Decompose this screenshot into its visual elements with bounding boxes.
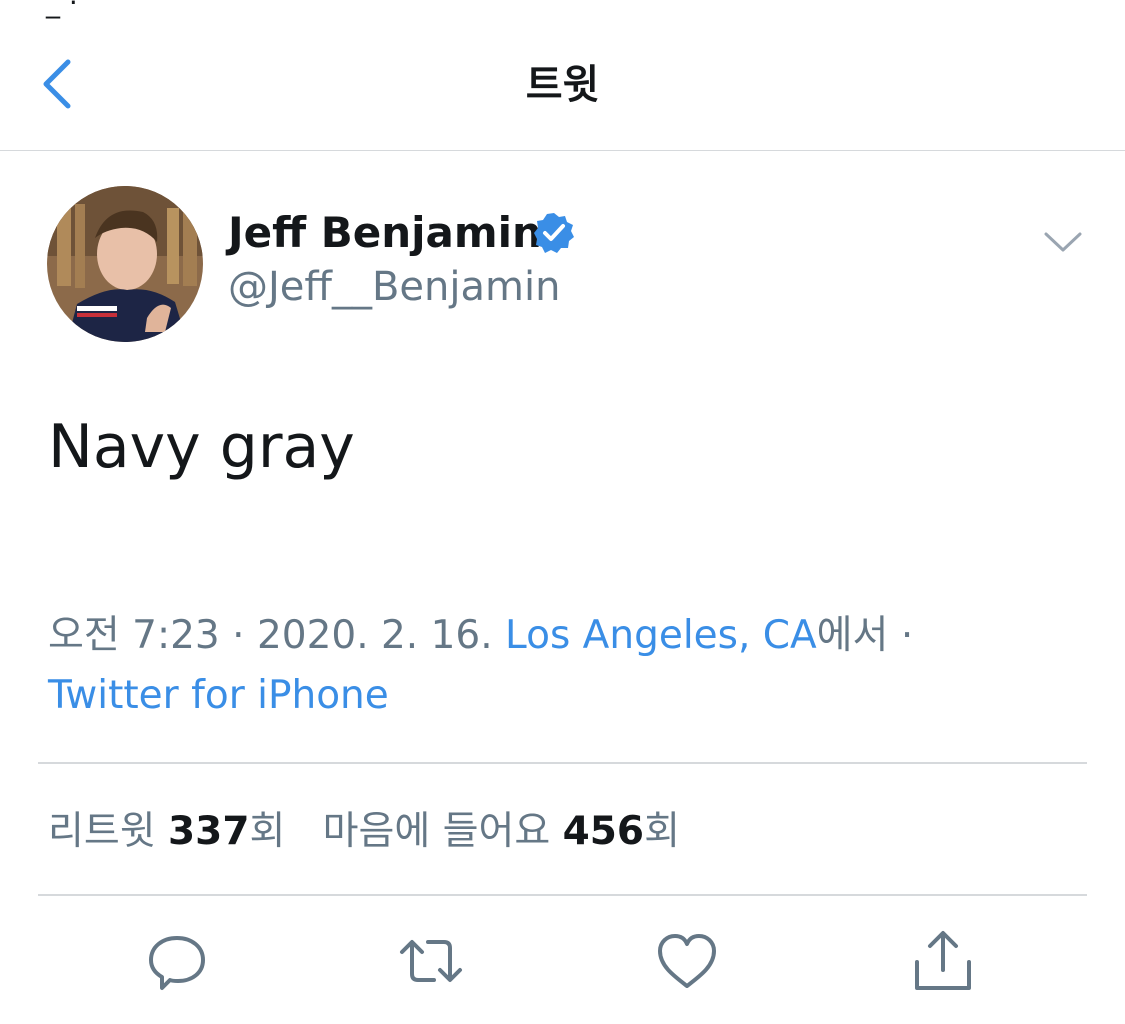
like-button[interactable] xyxy=(654,928,720,994)
navigation-bar: 트윗 xyxy=(0,0,1125,151)
heart-icon xyxy=(658,934,716,988)
retweets-label: 리트윗 xyxy=(48,809,156,854)
share-icon xyxy=(915,931,971,990)
likes-suffix: 회 xyxy=(644,809,680,854)
verified-badge-icon xyxy=(532,211,576,255)
meta-separator: · xyxy=(888,613,914,658)
likes-stat[interactable]: 마음에 들어요 456회 xyxy=(323,809,680,854)
share-button[interactable] xyxy=(910,928,976,994)
tweet-text: Navy gray xyxy=(48,412,355,482)
likes-label: 마음에 들어요 xyxy=(322,809,551,854)
comment-icon xyxy=(149,936,205,990)
tweet-meta: 오전 7:23 · 2020. 2. 16. Los Angeles, CA에서… xyxy=(48,606,1048,726)
tweet-stats: 리트윗 337회 마음에 들어요 456회 xyxy=(48,800,680,856)
location-link[interactable]: Los Angeles, CA xyxy=(505,613,817,658)
likes-count: 456 xyxy=(562,809,645,854)
avatar[interactable] xyxy=(47,186,203,342)
retweets-stat[interactable]: 리트윗 337회 xyxy=(48,809,298,854)
divider xyxy=(38,762,1087,764)
location-suffix: 에서 xyxy=(816,613,889,658)
page-title: 트윗 xyxy=(525,62,600,108)
tweet-time: 오전 7:23 xyxy=(48,613,220,658)
reply-button[interactable] xyxy=(144,928,210,994)
divider xyxy=(38,894,1087,896)
author-name[interactable]: Jeff Benjamin xyxy=(228,208,542,257)
retweet-button[interactable] xyxy=(398,928,464,994)
chevron-down-icon xyxy=(1044,232,1082,252)
author-handle[interactable]: @Jeff__Benjamin xyxy=(228,264,560,310)
meta-separator: · xyxy=(219,613,257,658)
source-link[interactable]: Twitter for iPhone xyxy=(48,673,389,718)
more-options-button[interactable] xyxy=(1040,224,1086,260)
retweets-count: 337 xyxy=(168,809,250,854)
avatar-image xyxy=(47,186,203,342)
tweet-date: 2020. 2. 16. xyxy=(256,613,493,658)
retweet-icon xyxy=(400,940,462,982)
retweets-suffix: 회 xyxy=(249,809,286,854)
